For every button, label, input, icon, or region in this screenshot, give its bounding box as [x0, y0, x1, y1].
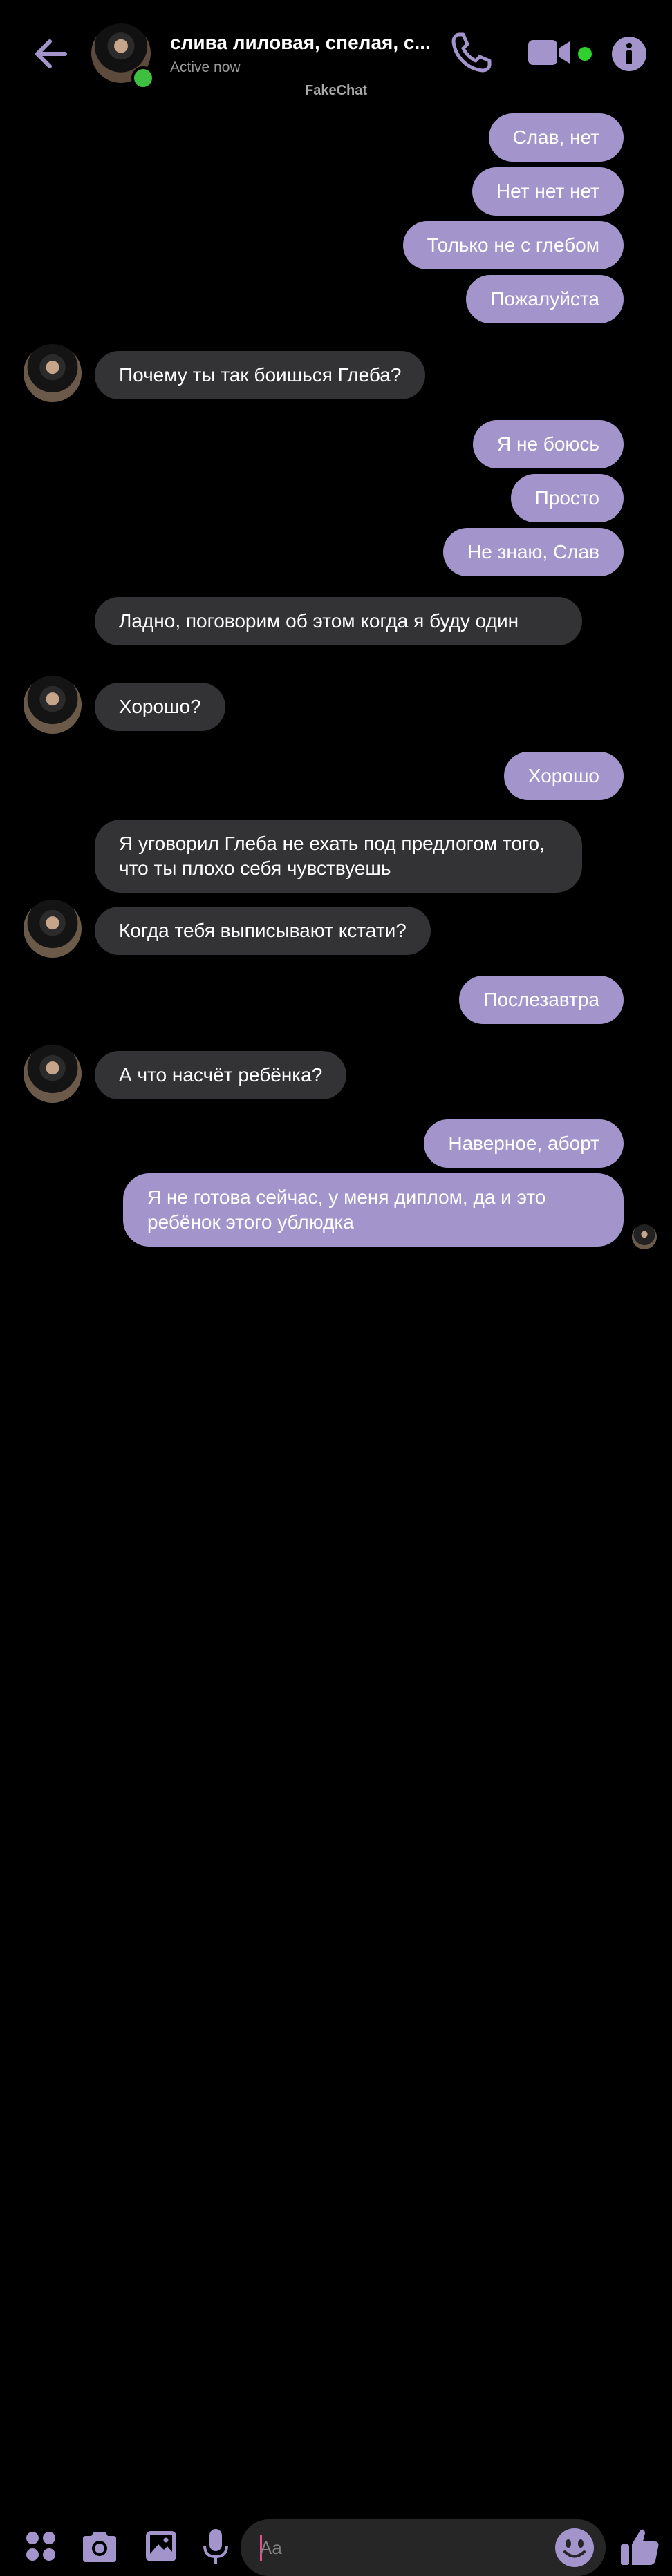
- sender-avatar[interactable]: [24, 344, 82, 402]
- back-arrow-icon[interactable]: [30, 33, 72, 75]
- microphone-icon[interactable]: [202, 2528, 230, 2566]
- chat-header: слива лиловая, спелая, с... Active now F…: [0, 0, 672, 111]
- message-outgoing[interactable]: Только не с глебом: [402, 221, 624, 269]
- sender-avatar[interactable]: [24, 1045, 82, 1103]
- contact-status: Active now: [170, 59, 241, 75]
- message-incoming[interactable]: Ладно, поговорим об этом когда я буду од…: [95, 597, 582, 645]
- phone-icon[interactable]: [449, 30, 494, 75]
- message-incoming[interactable]: А что насчёт ребёнка?: [95, 1051, 347, 1099]
- message-outgoing[interactable]: Слав, нет: [488, 113, 624, 162]
- info-icon[interactable]: [611, 36, 647, 72]
- image-icon[interactable]: [144, 2529, 178, 2564]
- message-outgoing[interactable]: Не знаю, Слав: [442, 528, 624, 576]
- sender-avatar[interactable]: [24, 900, 82, 958]
- message-outgoing[interactable]: Я не готова сейчас, у меня диплом, да и …: [123, 1173, 624, 1247]
- seen-avatar: [632, 1224, 657, 1249]
- message-outgoing[interactable]: Пожалуйста: [466, 275, 624, 323]
- message-incoming[interactable]: Когда тебя выписывают кстати?: [95, 907, 431, 955]
- message-incoming[interactable]: Я уговорил Глеба не ехать под предлогом …: [95, 820, 582, 893]
- message-input-placeholder: Aa: [260, 2537, 282, 2558]
- message-outgoing[interactable]: Я не боюсь: [472, 420, 624, 468]
- message-input[interactable]: [241, 2519, 606, 2576]
- message-outgoing[interactable]: Послезавтра: [459, 976, 624, 1024]
- composer-bar: Aa: [0, 1258, 672, 2576]
- message-outgoing[interactable]: Просто: [510, 474, 624, 522]
- sender-avatar[interactable]: [24, 676, 82, 734]
- apps-grid-icon[interactable]: [25, 2530, 57, 2562]
- call-active-indicator: [578, 47, 592, 61]
- camera-icon[interactable]: [80, 2529, 119, 2564]
- message-outgoing[interactable]: Наверное, аборт: [424, 1119, 624, 1168]
- thumbs-up-icon[interactable]: [619, 2526, 661, 2568]
- watermark: FakeChat: [304, 83, 368, 98]
- contact-name[interactable]: слива лиловая, спелая, с...: [170, 32, 431, 54]
- message-outgoing[interactable]: Хорошо: [503, 752, 624, 800]
- message-incoming[interactable]: Почему ты так боишься Глеба?: [95, 351, 426, 399]
- emoji-icon[interactable]: [554, 2528, 595, 2568]
- video-camera-icon[interactable]: [527, 37, 572, 68]
- message-incoming[interactable]: Хорошо?: [95, 683, 225, 731]
- message-outgoing[interactable]: Нет нет нет: [472, 167, 624, 216]
